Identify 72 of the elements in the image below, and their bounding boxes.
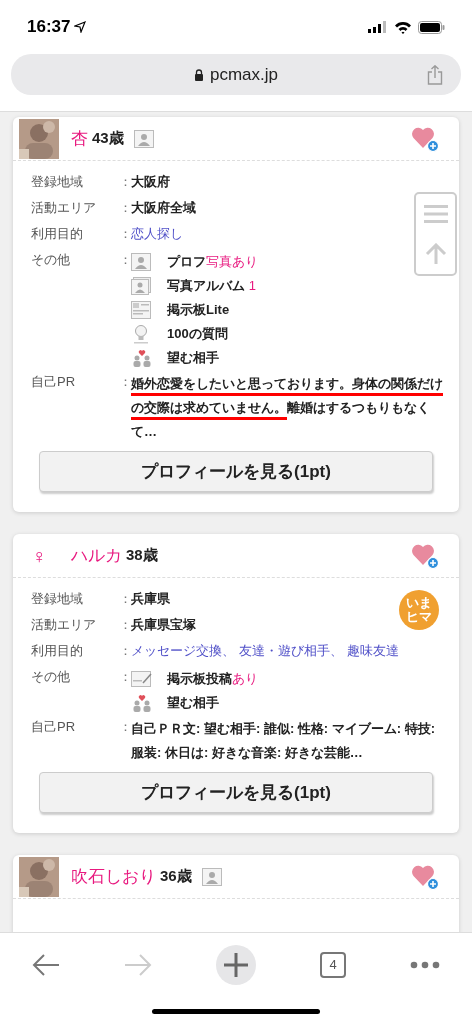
female-icon: ♀ — [19, 540, 59, 571]
profile-name[interactable]: ハルカ — [71, 542, 122, 569]
profile-age: 38歳 — [126, 545, 158, 566]
board-post-icon — [131, 671, 153, 687]
purpose-link[interactable]: 友達・遊び相手、 — [239, 641, 343, 661]
field-colon: ： — [119, 225, 131, 243]
field-label: 自己PR — [31, 718, 77, 736]
field-colon: ： — [119, 616, 131, 634]
purpose-link[interactable]: メッセージ交換、 — [131, 641, 235, 661]
field-colon: ： — [119, 590, 131, 608]
share-icon[interactable] — [427, 64, 443, 85]
field-colon: ： — [119, 199, 131, 217]
field-colon: ： — [119, 173, 131, 191]
tab-count[interactable]: 4 — [320, 952, 346, 978]
profile-feature: 100の質問 — [167, 325, 228, 344]
field-label: 登録地域 — [31, 590, 84, 608]
new-tab-icon[interactable] — [216, 945, 256, 985]
profile-age: 43歳 — [92, 128, 124, 149]
favorite-add-icon[interactable] — [411, 863, 439, 890]
wifi-icon — [394, 20, 412, 34]
now-free-badge: いまヒマ — [399, 590, 439, 630]
field-label: その他 — [31, 668, 71, 686]
address-bar[interactable]: pcmax.jp — [11, 54, 461, 95]
profile-feature: 掲示板投稿あり — [167, 670, 258, 689]
back-icon[interactable] — [32, 953, 60, 977]
favorite-add-icon[interactable] — [411, 542, 439, 569]
signal-icon — [368, 21, 388, 33]
photo-icon — [131, 253, 151, 271]
field-colon: ： — [119, 373, 131, 389]
url-text: pcmax.jp — [210, 63, 278, 86]
profile-feature: プロフ写真あり — [167, 253, 258, 272]
field-value: 大阪府全域 — [131, 200, 196, 215]
profile-feature: 掲示板Lite — [167, 301, 230, 320]
field-colon: ： — [119, 668, 131, 686]
profile-name[interactable]: 杏 — [71, 125, 88, 152]
couple-icon — [131, 694, 153, 712]
purpose-link[interactable]: 趣味友達 — [347, 641, 399, 661]
field-value: 兵庫県宝塚 — [131, 617, 196, 632]
light-bulb-icon — [131, 324, 151, 344]
purpose-link[interactable]: 恋人探し — [131, 224, 183, 244]
profile-age: 36歳 — [160, 866, 192, 887]
field-label: その他 — [31, 251, 71, 269]
self-pr-text: 婚外恋愛をしたいと思っております。身体の関係だけの交際は求めていません。離婚はするつもりもなくて… — [131, 375, 444, 441]
field-label: 活動エリア — [31, 616, 97, 634]
clock: 16:37 — [27, 16, 71, 39]
photo-icon — [201, 867, 222, 886]
field-value: 兵庫県 — [131, 591, 170, 606]
field-colon: ： — [119, 642, 131, 660]
board-icon — [131, 301, 151, 319]
field-label: 活動エリア — [31, 199, 97, 217]
self-pr-text: 自己ＰＲ文: 望む相手: 誰似: 性格: マイブーム: 特技: 服装: 休日は: 好きな音楽: 好きな芸能… — [131, 720, 437, 762]
field-colon: ： — [119, 718, 131, 736]
view-profile-button[interactable]: プロフィールを見る(1pt) — [39, 772, 433, 813]
profile-feature: 望む相手 — [167, 349, 219, 368]
field-value: 大阪府 — [131, 174, 170, 189]
photo-icon — [133, 129, 154, 148]
profile-name[interactable]: 吹石しおり — [71, 863, 156, 890]
field-label: 登録地域 — [31, 173, 84, 191]
more-icon[interactable] — [410, 961, 440, 969]
photo-album-icon — [131, 277, 151, 295]
profile-feature: 写真アルバム 1 — [167, 277, 256, 296]
view-profile-button[interactable]: プロフィールを見る(1pt) — [39, 451, 433, 492]
profile-feature: 望む相手 — [167, 694, 219, 713]
field-label: 自己PR — [31, 373, 77, 391]
location-icon — [74, 21, 87, 33]
field-colon: ： — [119, 251, 131, 269]
battery-icon — [418, 20, 445, 34]
field-label: 利用目的 — [31, 225, 84, 243]
couple-icon — [131, 349, 153, 367]
lock-icon — [194, 68, 204, 81]
field-label: 利用目的 — [31, 642, 84, 660]
favorite-add-icon[interactable] — [411, 125, 439, 152]
